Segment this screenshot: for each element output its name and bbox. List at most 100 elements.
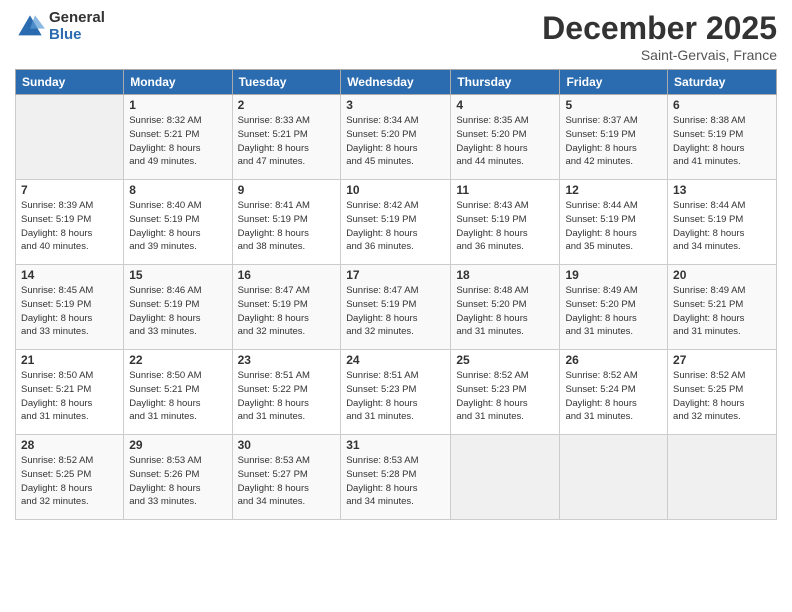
title-area: December 2025 Saint-Gervais, France — [542, 10, 777, 63]
day-number: 17 — [346, 268, 445, 282]
day-info: Sunrise: 8:34 AMSunset: 5:20 PMDaylight:… — [346, 114, 445, 169]
logo-icon — [15, 12, 45, 42]
table-row: 12 Sunrise: 8:44 AMSunset: 5:19 PMDayligh… — [560, 180, 668, 265]
day-number: 8 — [129, 183, 226, 197]
day-info: Sunrise: 8:49 AMSunset: 5:20 PMDaylight:… — [565, 284, 662, 339]
day-number: 31 — [346, 438, 445, 452]
day-info: Sunrise: 8:38 AMSunset: 5:19 PMDaylight:… — [673, 114, 771, 169]
table-row: 7 Sunrise: 8:39 AMSunset: 5:19 PMDaylight… — [16, 180, 124, 265]
day-info: Sunrise: 8:52 AMSunset: 5:25 PMDaylight:… — [673, 369, 771, 424]
table-row: 30Sunrise: 8:53 AMSunset: 5:27 PMDayligh… — [232, 435, 341, 520]
col-sunday: Sunday — [16, 70, 124, 95]
table-row: 25 Sunrise: 8:52 AMSunset: 5:23 PMDayligh… — [451, 350, 560, 435]
day-number: 2 — [238, 98, 336, 112]
table-row: 21Sunrise: 8:50 AMSunset: 5:21 PMDayligh… — [16, 350, 124, 435]
table-row: 28 Sunrise: 8:52 AMSunset: 5:25 PMDayligh… — [16, 435, 124, 520]
day-info: Sunrise: 8:49 AMSunset: 5:21 PMDaylight:… — [673, 284, 771, 339]
table-row: 18 Sunrise: 8:48 AMSunset: 5:20 PMDayligh… — [451, 265, 560, 350]
location-subtitle: Saint-Gervais, France — [542, 47, 777, 63]
table-row: 19 Sunrise: 8:49 AMSunset: 5:20 PMDayligh… — [560, 265, 668, 350]
day-number: 18 — [456, 268, 554, 282]
day-number: 13 — [673, 183, 771, 197]
day-number: 19 — [565, 268, 662, 282]
logo-general-text: General — [49, 10, 105, 27]
calendar-week-1: 1Sunrise: 8:32 AMSunset: 5:21 PMDaylight… — [16, 95, 777, 180]
table-row: 27 Sunrise: 8:52 AMSunset: 5:25 PMDayligh… — [668, 350, 777, 435]
day-info: Sunrise: 8:44 AMSunset: 5:19 PMDaylight:… — [565, 199, 662, 254]
day-info: Sunrise: 8:51 AMSunset: 5:23 PMDaylight:… — [346, 369, 445, 424]
header: General Blue December 2025 Saint-Gervais… — [15, 10, 777, 63]
day-info: Sunrise: 8:52 AMSunset: 5:24 PMDaylight:… — [565, 369, 662, 424]
day-info: Sunrise: 8:33 AMSunset: 5:21 PMDaylight:… — [238, 114, 336, 169]
day-info: Sunrise: 8:47 AMSunset: 5:19 PMDaylight:… — [238, 284, 336, 339]
day-info: Sunrise: 8:48 AMSunset: 5:20 PMDaylight:… — [456, 284, 554, 339]
day-number: 4 — [456, 98, 554, 112]
table-row: 15 Sunrise: 8:46 AMSunset: 5:19 PMDayligh… — [124, 265, 232, 350]
table-row: 22 Sunrise: 8:50 AMSunset: 5:21 PMDayligh… — [124, 350, 232, 435]
day-info: Sunrise: 8:42 AMSunset: 5:19 PMDaylight:… — [346, 199, 445, 254]
day-info: Sunrise: 8:53 AMSunset: 5:27 PMDaylight:… — [238, 454, 336, 509]
table-row: 1Sunrise: 8:32 AMSunset: 5:21 PMDaylight… — [124, 95, 232, 180]
table-row — [16, 95, 124, 180]
day-number: 26 — [565, 353, 662, 367]
table-row: 8 Sunrise: 8:40 AMSunset: 5:19 PMDaylight… — [124, 180, 232, 265]
logo-text: General Blue — [49, 10, 105, 43]
table-row: 23Sunrise: 8:51 AMSunset: 5:22 PMDayligh… — [232, 350, 341, 435]
table-row: 4 Sunrise: 8:35 AMSunset: 5:20 PMDaylight… — [451, 95, 560, 180]
day-info: Sunrise: 8:35 AMSunset: 5:20 PMDaylight:… — [456, 114, 554, 169]
calendar-table: Sunday Monday Tuesday Wednesday Thursday… — [15, 69, 777, 520]
day-number: 27 — [673, 353, 771, 367]
day-info: Sunrise: 8:52 AMSunset: 5:23 PMDaylight:… — [456, 369, 554, 424]
table-row: 6 Sunrise: 8:38 AMSunset: 5:19 PMDaylight… — [668, 95, 777, 180]
day-number: 12 — [565, 183, 662, 197]
logo: General Blue — [15, 10, 105, 43]
day-info: Sunrise: 8:39 AMSunset: 5:19 PMDaylight:… — [21, 199, 118, 254]
day-info: Sunrise: 8:46 AMSunset: 5:19 PMDaylight:… — [129, 284, 226, 339]
table-row: 20Sunrise: 8:49 AMSunset: 5:21 PMDayligh… — [668, 265, 777, 350]
day-number: 28 — [21, 438, 118, 452]
day-number: 21 — [21, 353, 118, 367]
day-number: 14 — [21, 268, 118, 282]
table-row: 11Sunrise: 8:43 AMSunset: 5:19 PMDayligh… — [451, 180, 560, 265]
day-number: 15 — [129, 268, 226, 282]
day-info: Sunrise: 8:43 AMSunset: 5:19 PMDaylight:… — [456, 199, 554, 254]
day-number: 23 — [238, 353, 336, 367]
table-row: 9Sunrise: 8:41 AMSunset: 5:19 PMDaylight… — [232, 180, 341, 265]
day-number: 24 — [346, 353, 445, 367]
day-info: Sunrise: 8:41 AMSunset: 5:19 PMDaylight:… — [238, 199, 336, 254]
day-info: Sunrise: 8:37 AMSunset: 5:19 PMDaylight:… — [565, 114, 662, 169]
table-row: 24 Sunrise: 8:51 AMSunset: 5:23 PMDayligh… — [341, 350, 451, 435]
calendar-week-3: 14Sunrise: 8:45 AMSunset: 5:19 PMDayligh… — [16, 265, 777, 350]
day-info: Sunrise: 8:52 AMSunset: 5:25 PMDaylight:… — [21, 454, 118, 509]
table-row: 13Sunrise: 8:44 AMSunset: 5:19 PMDayligh… — [668, 180, 777, 265]
day-number: 25 — [456, 353, 554, 367]
col-saturday: Saturday — [668, 70, 777, 95]
day-number: 10 — [346, 183, 445, 197]
day-info: Sunrise: 8:53 AMSunset: 5:26 PMDaylight:… — [129, 454, 226, 509]
day-number: 29 — [129, 438, 226, 452]
col-wednesday: Wednesday — [341, 70, 451, 95]
day-number: 3 — [346, 98, 445, 112]
calendar-week-5: 28 Sunrise: 8:52 AMSunset: 5:25 PMDayligh… — [16, 435, 777, 520]
logo-blue-text: Blue — [49, 27, 105, 44]
col-friday: Friday — [560, 70, 668, 95]
table-row: 17Sunrise: 8:47 AMSunset: 5:19 PMDayligh… — [341, 265, 451, 350]
day-info: Sunrise: 8:50 AMSunset: 5:21 PMDaylight:… — [129, 369, 226, 424]
day-number: 6 — [673, 98, 771, 112]
month-title: December 2025 — [542, 10, 777, 47]
table-row: 5Sunrise: 8:37 AMSunset: 5:19 PMDaylight… — [560, 95, 668, 180]
table-row: 31 Sunrise: 8:53 AMSunset: 5:28 PMDayligh… — [341, 435, 451, 520]
day-number: 22 — [129, 353, 226, 367]
table-row: 3 Sunrise: 8:34 AMSunset: 5:20 PMDaylight… — [341, 95, 451, 180]
table-row: 14Sunrise: 8:45 AMSunset: 5:19 PMDayligh… — [16, 265, 124, 350]
day-info: Sunrise: 8:53 AMSunset: 5:28 PMDaylight:… — [346, 454, 445, 509]
table-row: 2 Sunrise: 8:33 AMSunset: 5:21 PMDaylight… — [232, 95, 341, 180]
col-monday: Monday — [124, 70, 232, 95]
calendar-week-4: 21 Sunrise: 8:50 AMSunset: 5:21 PMDayligh… — [16, 350, 777, 435]
day-number: 7 — [21, 183, 118, 197]
calendar-header-row: Sunday Monday Tuesday Wednesday Thursday… — [16, 70, 777, 95]
day-number: 16 — [238, 268, 336, 282]
day-info: Sunrise: 8:40 AMSunset: 5:19 PMDaylight:… — [129, 199, 226, 254]
table-row — [451, 435, 560, 520]
table-row: 16 Sunrise: 8:47 AMSunset: 5:19 PMDayligh… — [232, 265, 341, 350]
